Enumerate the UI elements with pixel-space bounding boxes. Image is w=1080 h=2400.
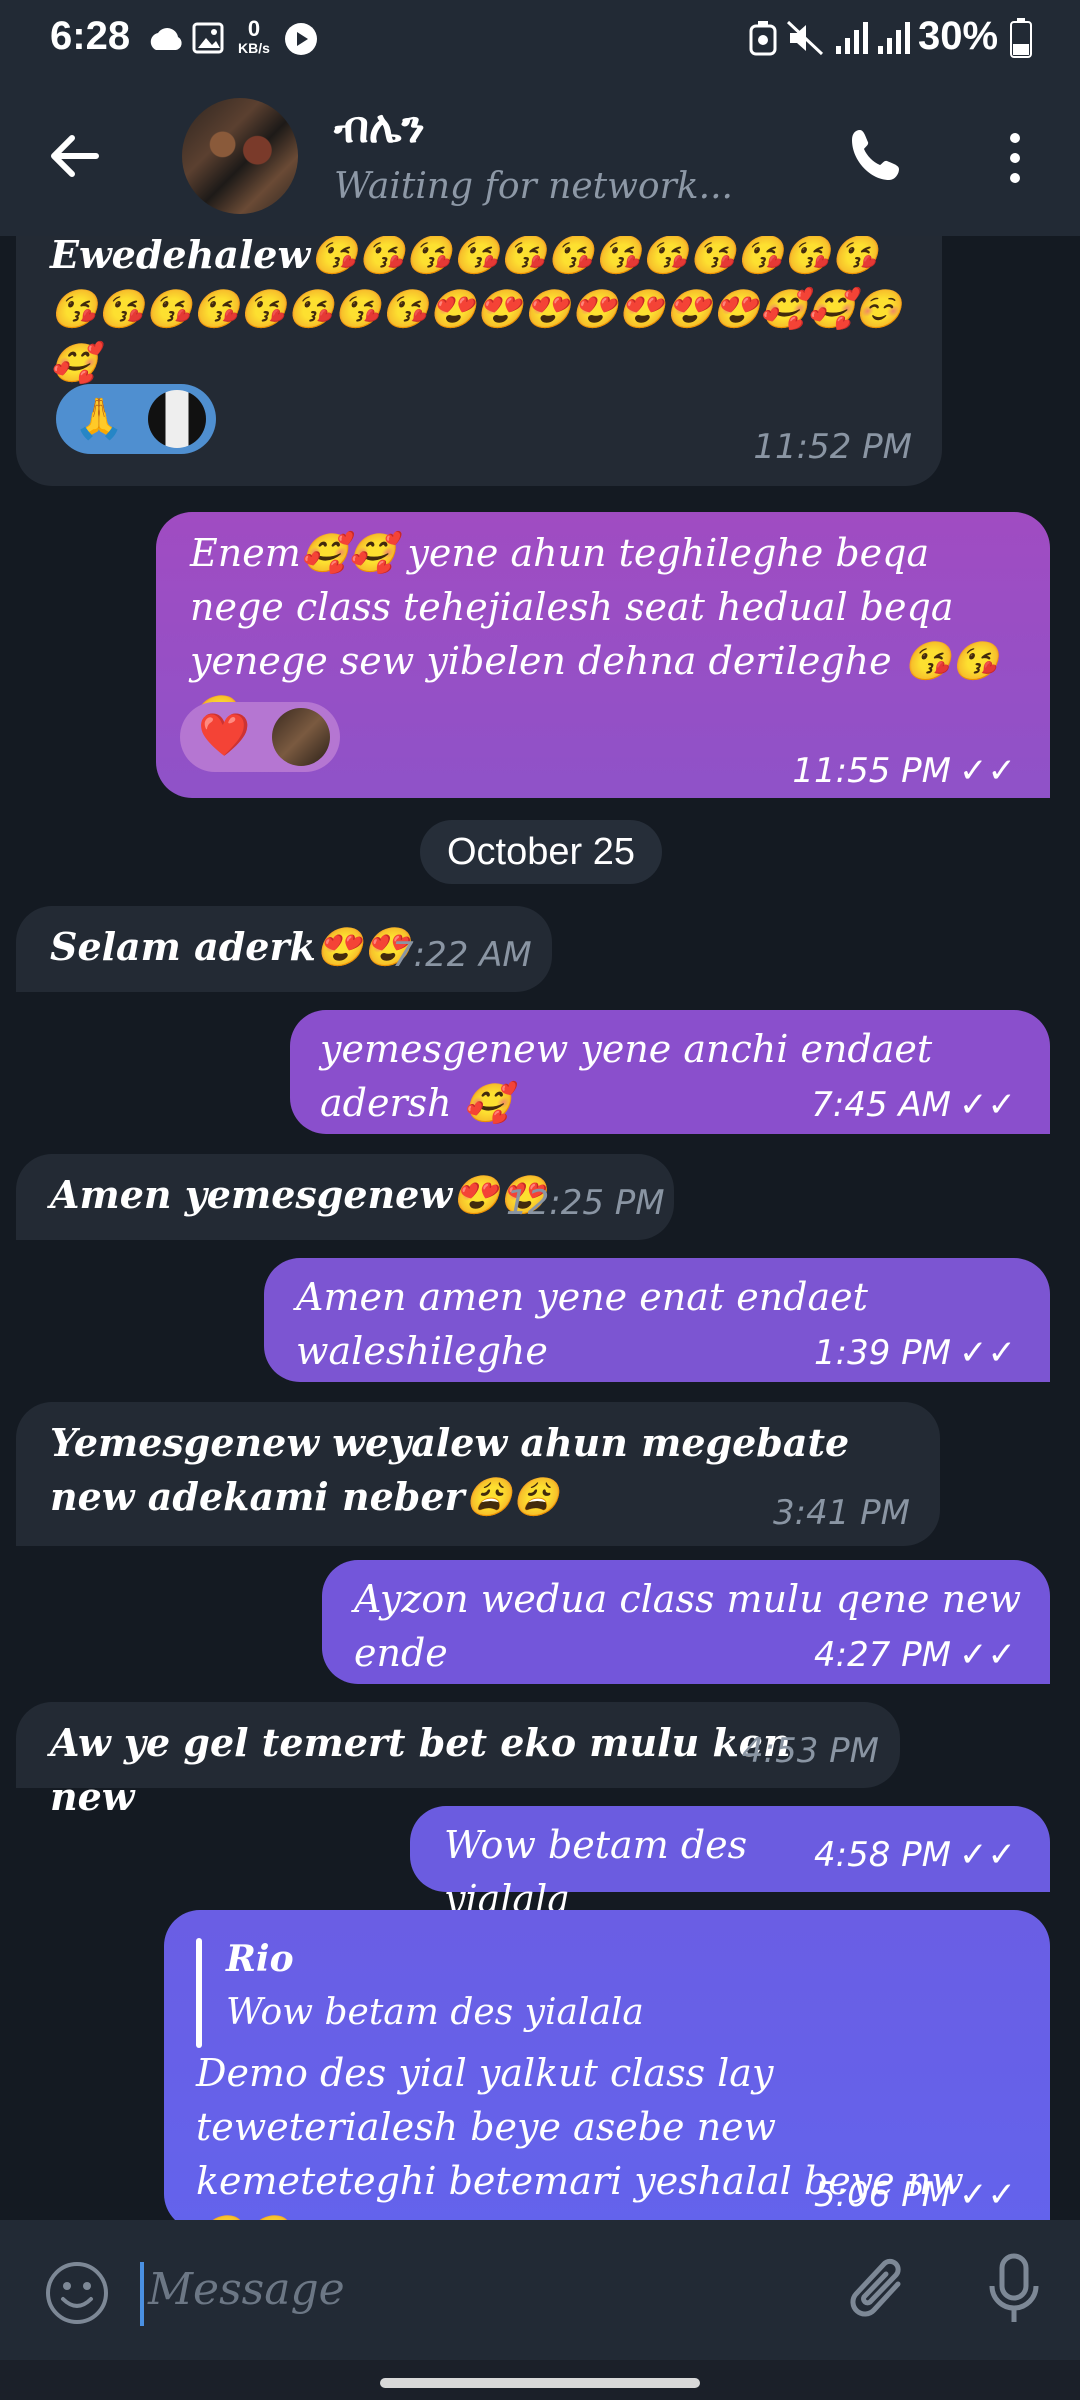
double-check-icon: ✓✓ <box>959 2175 1016 2215</box>
double-check-icon: ✓✓ <box>959 1835 1016 1875</box>
message-time: 11:55 PM ✓✓ <box>792 744 1016 798</box>
outgoing-message[interactable]: Enem🥰🥰 yene ahun teghileghe beqa nege cl… <box>156 512 1050 798</box>
double-check-icon: ✓✓ <box>959 1635 1016 1675</box>
chat-status: Waiting for network... <box>334 166 733 207</box>
double-check-icon: ✓✓ <box>959 1333 1016 1373</box>
navigation-bar <box>0 2360 1080 2400</box>
network-speed: 0 KB/s <box>234 16 274 57</box>
status-bar: 6:28 0 KB/s 30% <box>0 0 1080 80</box>
more-vertical-icon[interactable] <box>1000 130 1030 186</box>
quote-bar <box>196 1938 202 2048</box>
date-separator: October 25 <box>420 820 662 884</box>
emoji-icon[interactable] <box>44 2260 110 2326</box>
quote-text[interactable]: Wow betam des yialala <box>226 1986 644 2040</box>
chat-title[interactable]: ብሌን <box>334 102 425 153</box>
message-time: 1:39 PM ✓✓ <box>814 1326 1016 1380</box>
double-check-icon: ✓✓ <box>959 1085 1016 1125</box>
message-time: 5:06 PM ✓✓ <box>814 2168 1016 2220</box>
message-time: 7:45 AM ✓✓ <box>811 1078 1016 1132</box>
message-text: Ewedehalew😘😘😘😘😘😘😘😘😘😘😘😘😘😘😘😘😘😘😘😘😍😍😍😍😍😍😍🥰🥰☺… <box>50 236 902 385</box>
reaction-chip[interactable]: ❤️ <box>180 702 340 772</box>
avatar[interactable] <box>182 98 298 214</box>
cloud-icon <box>150 28 182 50</box>
message-time: 3:41 PM <box>773 1493 910 1533</box>
message-time: 4:27 PM ✓✓ <box>814 1628 1016 1682</box>
text-caret <box>140 2262 144 2326</box>
image-icon <box>192 22 224 54</box>
chat-header: ብሌን Waiting for network... <box>0 80 1080 236</box>
message-time-text: 1:39 PM <box>814 1333 952 1373</box>
message-time-text: 4:27 PM <box>814 1635 952 1675</box>
mute-icon <box>786 20 824 56</box>
message-time-text: 7:45 AM <box>811 1085 952 1125</box>
outgoing-message[interactable]: Amen amen yene enat endaet waleshileghe … <box>264 1258 1050 1382</box>
message-time-text: 4:58 PM <box>814 1835 952 1875</box>
network-speed-unit: KB/s <box>238 40 270 56</box>
incoming-message[interactable]: Selam aderk😍😍 7:22 AM <box>16 906 552 992</box>
signal-icon-2 <box>878 22 910 54</box>
phone-icon[interactable] <box>846 126 906 186</box>
message-time: 7:22 AM <box>392 935 532 975</box>
incoming-message[interactable]: Aw ye gel temert bet eko mulu ken new 4:… <box>16 1702 900 1819</box>
outgoing-message[interactable]: Rio Wow betam des yialala Demo des yial … <box>164 1910 1050 2220</box>
message-composer: Message <box>0 2220 1080 2360</box>
back-arrow-icon[interactable] <box>46 128 102 184</box>
double-check-icon: ✓✓ <box>959 751 1016 791</box>
signal-icon-1 <box>836 22 868 54</box>
message-text: Yemesgenew weyalew ahun megebate new ade… <box>50 1420 850 1519</box>
incoming-message[interactable]: Amen yemesgenew😍😍 12:25 PM <box>16 1154 674 1240</box>
reaction-chip[interactable]: 🙏 <box>56 384 216 454</box>
message-time-text: 5:06 PM <box>814 2175 952 2215</box>
message-input[interactable]: Message <box>148 2264 345 2315</box>
microphone-icon[interactable] <box>986 2252 1042 2328</box>
battery-icon <box>1010 18 1032 58</box>
outgoing-message[interactable]: yemesgenew yene anchi endaet adersh 🥰 7:… <box>290 1010 1050 1134</box>
incoming-message[interactable]: Yemesgenew weyalew ahun megebate new ade… <box>16 1402 940 1546</box>
message-time: 12:25 PM <box>506 1183 665 1223</box>
battery-percentage: 30% <box>918 14 999 58</box>
quote-author[interactable]: Rio <box>226 1932 294 1986</box>
data-saver-icon <box>749 21 777 56</box>
message-time: 4:58 PM ✓✓ <box>814 1828 1016 1882</box>
status-time: 6:28 <box>50 14 131 58</box>
reaction-emoji: 🙏 <box>74 396 124 442</box>
reaction-avatar <box>272 708 330 766</box>
reaction-emoji: ❤️ <box>198 710 251 759</box>
message-time: 11:52 PM <box>753 427 912 467</box>
message-time-text: 11:55 PM <box>792 751 952 791</box>
message-time: 4:53 PM <box>742 1731 879 1771</box>
home-handle[interactable] <box>380 2378 700 2388</box>
reaction-avatar <box>148 390 206 448</box>
incoming-message[interactable]: Ewedehalew😘😘😘😘😘😘😘😘😘😘😘😘😘😘😘😘😘😘😘😘😍😍😍😍😍😍😍🥰🥰☺… <box>16 236 942 486</box>
message-list[interactable]: Ewedehalew😘😘😘😘😘😘😘😘😘😘😘😘😘😘😘😘😘😘😘😘😍😍😍😍😍😍😍🥰🥰☺… <box>0 236 1080 2220</box>
play-icon <box>285 23 317 55</box>
outgoing-message[interactable]: Wow betam des yialala 4:58 PM ✓✓ <box>410 1806 1050 1921</box>
attachment-icon[interactable] <box>846 2254 916 2330</box>
outgoing-message[interactable]: Ayzon wedua class mulu qene new ende 4:2… <box>322 1560 1050 1684</box>
network-speed-value: 0 <box>247 16 261 41</box>
